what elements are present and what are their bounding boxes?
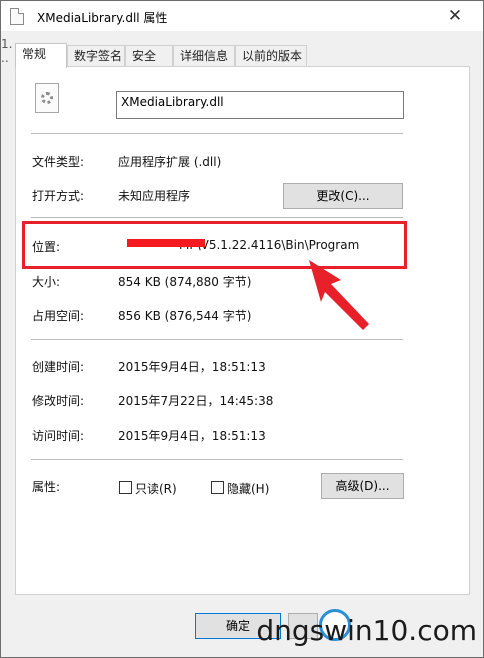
title-bar[interactable]: XMediaLibrary.dll 属性 ✕ bbox=[1, 1, 483, 31]
tab-security[interactable]: 安全 bbox=[125, 45, 173, 67]
window-title: XMediaLibrary.dll 属性 bbox=[37, 11, 168, 25]
file-icon bbox=[10, 8, 24, 25]
size-value: 854 KB (874,880 字节) bbox=[118, 275, 252, 289]
readonly-checkbox[interactable] bbox=[119, 481, 132, 494]
change-button[interactable]: 更改(C)... bbox=[283, 183, 403, 209]
file-type-value: 应用程序扩展 (.dll) bbox=[118, 155, 222, 169]
attributes-label: 属性: bbox=[32, 480, 61, 494]
size-on-disk-value: 856 KB (876,544 字节) bbox=[118, 309, 252, 323]
created-value: 2015年9月4日，18:51:13 bbox=[118, 360, 266, 374]
accessed-label: 访问时间: bbox=[32, 429, 85, 443]
separator bbox=[31, 217, 403, 218]
gear-icon bbox=[41, 92, 53, 104]
annotation-arrow bbox=[309, 260, 369, 330]
left-edge-marks: 1... bbox=[1, 37, 13, 65]
separator bbox=[31, 339, 403, 340]
separator bbox=[31, 459, 403, 460]
created-label: 创建时间: bbox=[32, 360, 85, 374]
hidden-label: 隐藏(H) bbox=[227, 482, 270, 496]
separator bbox=[31, 133, 403, 134]
hidden-checkbox[interactable] bbox=[211, 481, 224, 494]
open-with-label: 打开方式: bbox=[32, 189, 85, 203]
general-panel bbox=[15, 66, 470, 595]
accessed-value: 2015年9月4日，18:51:13 bbox=[118, 429, 266, 443]
size-label: 大小: bbox=[32, 275, 61, 289]
size-on-disk-label: 占用空间: bbox=[32, 309, 85, 323]
dll-file-icon bbox=[35, 83, 59, 113]
modified-label: 修改时间: bbox=[32, 394, 85, 408]
tab-digital-signatures[interactable]: 数字签名 bbox=[67, 45, 125, 67]
file-name-field[interactable]: XMediaLibrary.dll bbox=[116, 91, 404, 119]
location-value: MP\V5.1.22.4116\Bin\Program bbox=[179, 238, 360, 252]
advanced-button[interactable]: 高级(D)... bbox=[321, 473, 404, 499]
tab-details[interactable]: 详细信息 bbox=[173, 45, 235, 67]
location-label: 位置: bbox=[32, 240, 61, 254]
open-with-value: 未知应用程序 bbox=[118, 189, 191, 203]
arrow-shape bbox=[309, 260, 369, 330]
tab-previous-versions[interactable]: 以前的版本 bbox=[235, 45, 307, 67]
modified-value: 2015年7月22日，14:45:38 bbox=[118, 394, 274, 408]
watermark-text: dngswin10.com bbox=[256, 614, 477, 647]
readonly-label: 只读(R) bbox=[135, 482, 177, 496]
tab-general[interactable]: 常规 bbox=[15, 43, 67, 68]
file-type-label: 文件类型: bbox=[32, 155, 85, 169]
redaction-mark bbox=[127, 239, 205, 247]
properties-dialog: XMediaLibrary.dll 属性 ✕ 1... 常规 数字签名 安全 详… bbox=[0, 0, 484, 658]
close-icon[interactable]: ✕ bbox=[435, 3, 475, 29]
